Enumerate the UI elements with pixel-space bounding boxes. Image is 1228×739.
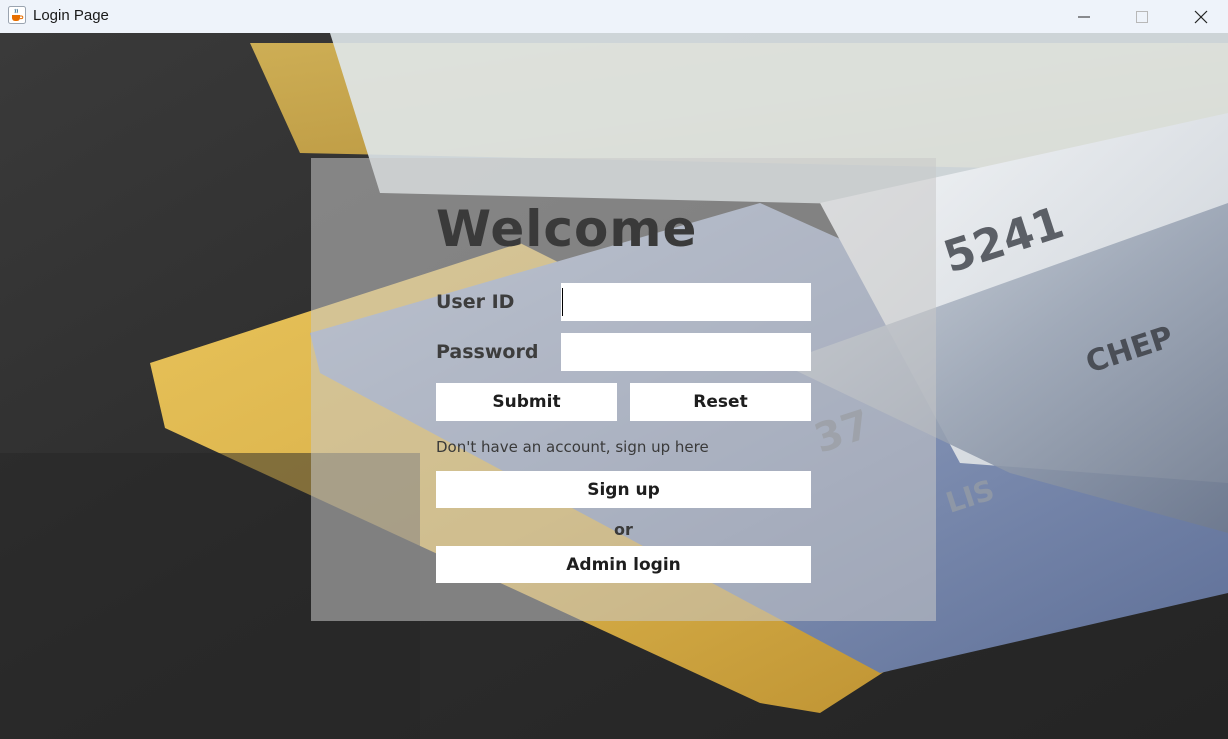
close-button[interactable] — [1178, 0, 1224, 33]
submit-button[interactable]: Submit — [436, 383, 617, 421]
signup-hint: Don't have an account, sign up here — [436, 438, 709, 456]
window-title: Login Page — [33, 7, 109, 24]
login-window: Login Page 5241 CHEP LIS Welcome User ID… — [0, 0, 1228, 739]
text-caret — [562, 288, 563, 316]
close-icon — [1194, 10, 1208, 23]
maximize-button[interactable] — [1119, 0, 1165, 33]
admin-login-button[interactable]: Admin login — [436, 546, 811, 583]
user-id-input[interactable] — [561, 283, 811, 321]
minimize-icon — [1078, 16, 1090, 17]
maximize-icon — [1136, 10, 1148, 23]
minimize-button[interactable] — [1061, 0, 1107, 33]
java-cup-icon — [8, 6, 26, 24]
reset-button[interactable]: Reset — [630, 383, 811, 421]
welcome-heading: Welcome — [436, 200, 698, 258]
signup-button[interactable]: Sign up — [436, 471, 811, 508]
password-input[interactable] — [561, 333, 811, 371]
or-separator: or — [614, 520, 633, 539]
password-label: Password — [436, 341, 539, 363]
title-bar[interactable]: Login Page — [0, 0, 1228, 33]
user-id-label: User ID — [436, 291, 515, 313]
